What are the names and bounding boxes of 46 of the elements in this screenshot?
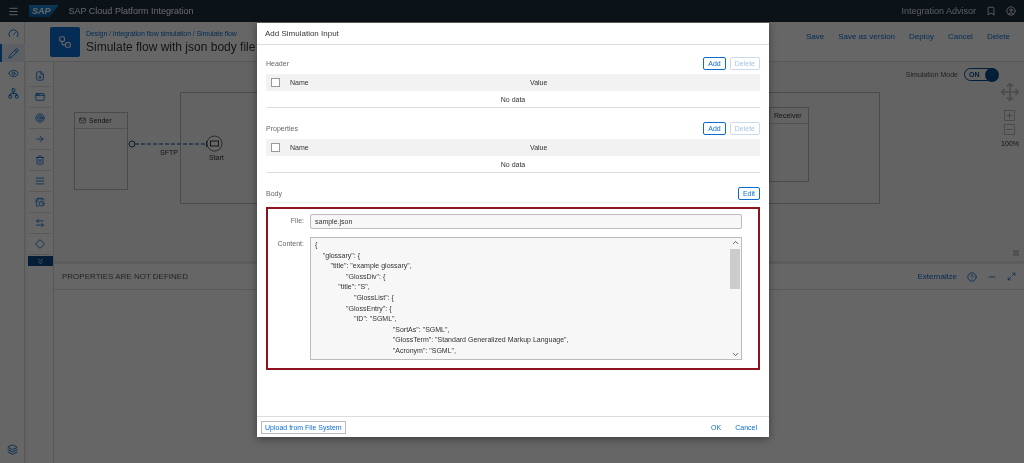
user-icon[interactable] xyxy=(1006,6,1016,16)
target-icon[interactable] xyxy=(35,113,45,123)
window-icon[interactable] xyxy=(35,92,45,102)
scroll-up-icon[interactable] xyxy=(730,238,740,247)
lines-icon[interactable] xyxy=(35,176,45,186)
calendar-icon[interactable] xyxy=(35,197,45,207)
scrollbar-thumb[interactable] xyxy=(730,249,740,289)
properties-message: PROPERTIES ARE NOT DEFINED xyxy=(62,272,188,281)
page-title: Simulate flow with json body file xyxy=(86,39,257,54)
zoom-in-button[interactable] xyxy=(1004,110,1015,121)
pan-icon[interactable] xyxy=(1000,82,1020,102)
eye-icon xyxy=(7,67,19,79)
externalize-link[interactable]: Externalize xyxy=(917,272,957,281)
start-event-icon xyxy=(206,135,223,152)
dialog-title: Add Simulation Input xyxy=(257,23,769,45)
delete-icon[interactable] xyxy=(35,155,45,165)
pencil-icon xyxy=(7,47,19,59)
maximize-icon[interactable] xyxy=(1007,272,1016,281)
zoom-out-button[interactable] xyxy=(1004,124,1015,135)
flow-icon xyxy=(50,26,80,57)
expand-button[interactable] xyxy=(27,256,53,266)
app-title: SAP Cloud Platform Integration xyxy=(68,6,195,16)
scroll-down-icon[interactable] xyxy=(730,350,740,359)
nav-item[interactable] xyxy=(0,44,25,62)
diamond-icon[interactable] xyxy=(35,239,45,249)
shell-link[interactable]: Integration Advisor xyxy=(901,6,976,16)
action-link[interactable]: Delete xyxy=(986,32,1010,41)
action-link[interactable]: Cancel xyxy=(947,32,973,41)
envelope-icon xyxy=(79,117,86,124)
select-all-checkbox[interactable] xyxy=(271,78,280,87)
action-link[interactable]: Deploy xyxy=(909,32,934,41)
swap-arrows-icon[interactable] xyxy=(35,218,45,228)
gauge-icon xyxy=(7,27,19,39)
select-all-checkbox[interactable] xyxy=(271,143,280,152)
logo: SAP xyxy=(29,5,59,17)
double-chevron-icon xyxy=(35,256,45,266)
file-plus-icon[interactable] xyxy=(35,71,45,81)
collapse-icon[interactable] xyxy=(1012,249,1020,257)
menu-icon[interactable] xyxy=(8,5,19,17)
action-link[interactable]: Save as version xyxy=(838,32,896,41)
help-icon[interactable] xyxy=(967,271,977,282)
network-icon xyxy=(7,87,19,99)
bookmark-icon[interactable] xyxy=(986,6,996,16)
layers-icon[interactable] xyxy=(6,444,18,455)
action-link[interactable]: Save xyxy=(805,32,825,41)
arrow-right-icon[interactable] xyxy=(35,134,45,144)
